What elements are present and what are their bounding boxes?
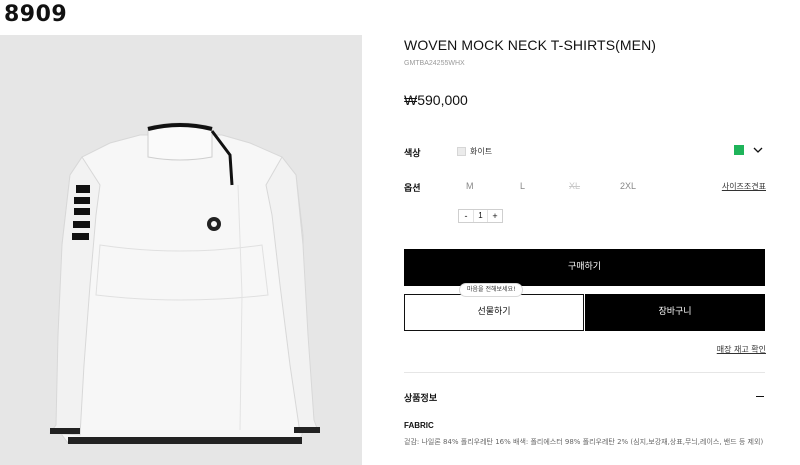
fabric-description: 겉감: 나일론 84% 폴리우레탄 16% 배색: 폴리에스터 98% 폴리우레… [404, 438, 764, 446]
shirt-left-cuff [50, 428, 80, 434]
size-guide-link[interactable]: 사이즈조견표 [722, 181, 766, 192]
size-option-2xl[interactable]: 2XL [620, 181, 636, 191]
size-option-m[interactable]: M [466, 181, 474, 191]
shirt-illustration [49, 122, 320, 444]
watermark-text: 8909 [4, 2, 68, 27]
product-info-heading[interactable]: 상품정보 [404, 391, 437, 404]
shirt-right-cuff [294, 427, 320, 433]
buy-now-button[interactable]: 구매하기 [404, 249, 765, 286]
color-name[interactable]: 화이트 [470, 146, 492, 157]
quantity-stepper: - 1 + [458, 209, 503, 223]
quantity-decrease-button[interactable]: - [459, 210, 473, 222]
product-price: ₩590,000 [404, 92, 468, 108]
product-title: WOVEN MOCK NECK T-SHIRTS(MEN) [404, 37, 657, 53]
color-swatch[interactable] [457, 147, 466, 156]
add-to-cart-button[interactable]: 장바구니 [585, 294, 765, 331]
color-indicator [734, 145, 744, 155]
product-image[interactable] [0, 35, 362, 465]
store-stock-link[interactable]: 매장 재고 확인 [717, 344, 766, 355]
size-option-l[interactable]: L [520, 181, 525, 191]
color-label: 색상 [404, 149, 421, 159]
gift-button[interactable]: 선물하기 [404, 294, 584, 331]
size-label: 옵션 [404, 184, 421, 194]
product-sku: GMTBA24255WHX [404, 60, 465, 67]
quantity-increase-button[interactable]: + [488, 210, 502, 222]
gift-tooltip: 마음을 전해보세요! [459, 283, 524, 297]
minus-icon[interactable] [756, 396, 764, 397]
color-dropdown[interactable] [734, 145, 764, 155]
fabric-label: FABRIC [404, 421, 434, 430]
shirt-hem-band [68, 437, 302, 444]
section-divider [404, 372, 765, 373]
size-option-xl: XL [569, 181, 581, 191]
chevron-down-icon [753, 147, 763, 153]
quantity-value[interactable]: 1 [473, 210, 488, 222]
product-info-panel: WOVEN MOCK NECK T-SHIRTS(MEN) GMTBA24255… [404, 0, 766, 465]
